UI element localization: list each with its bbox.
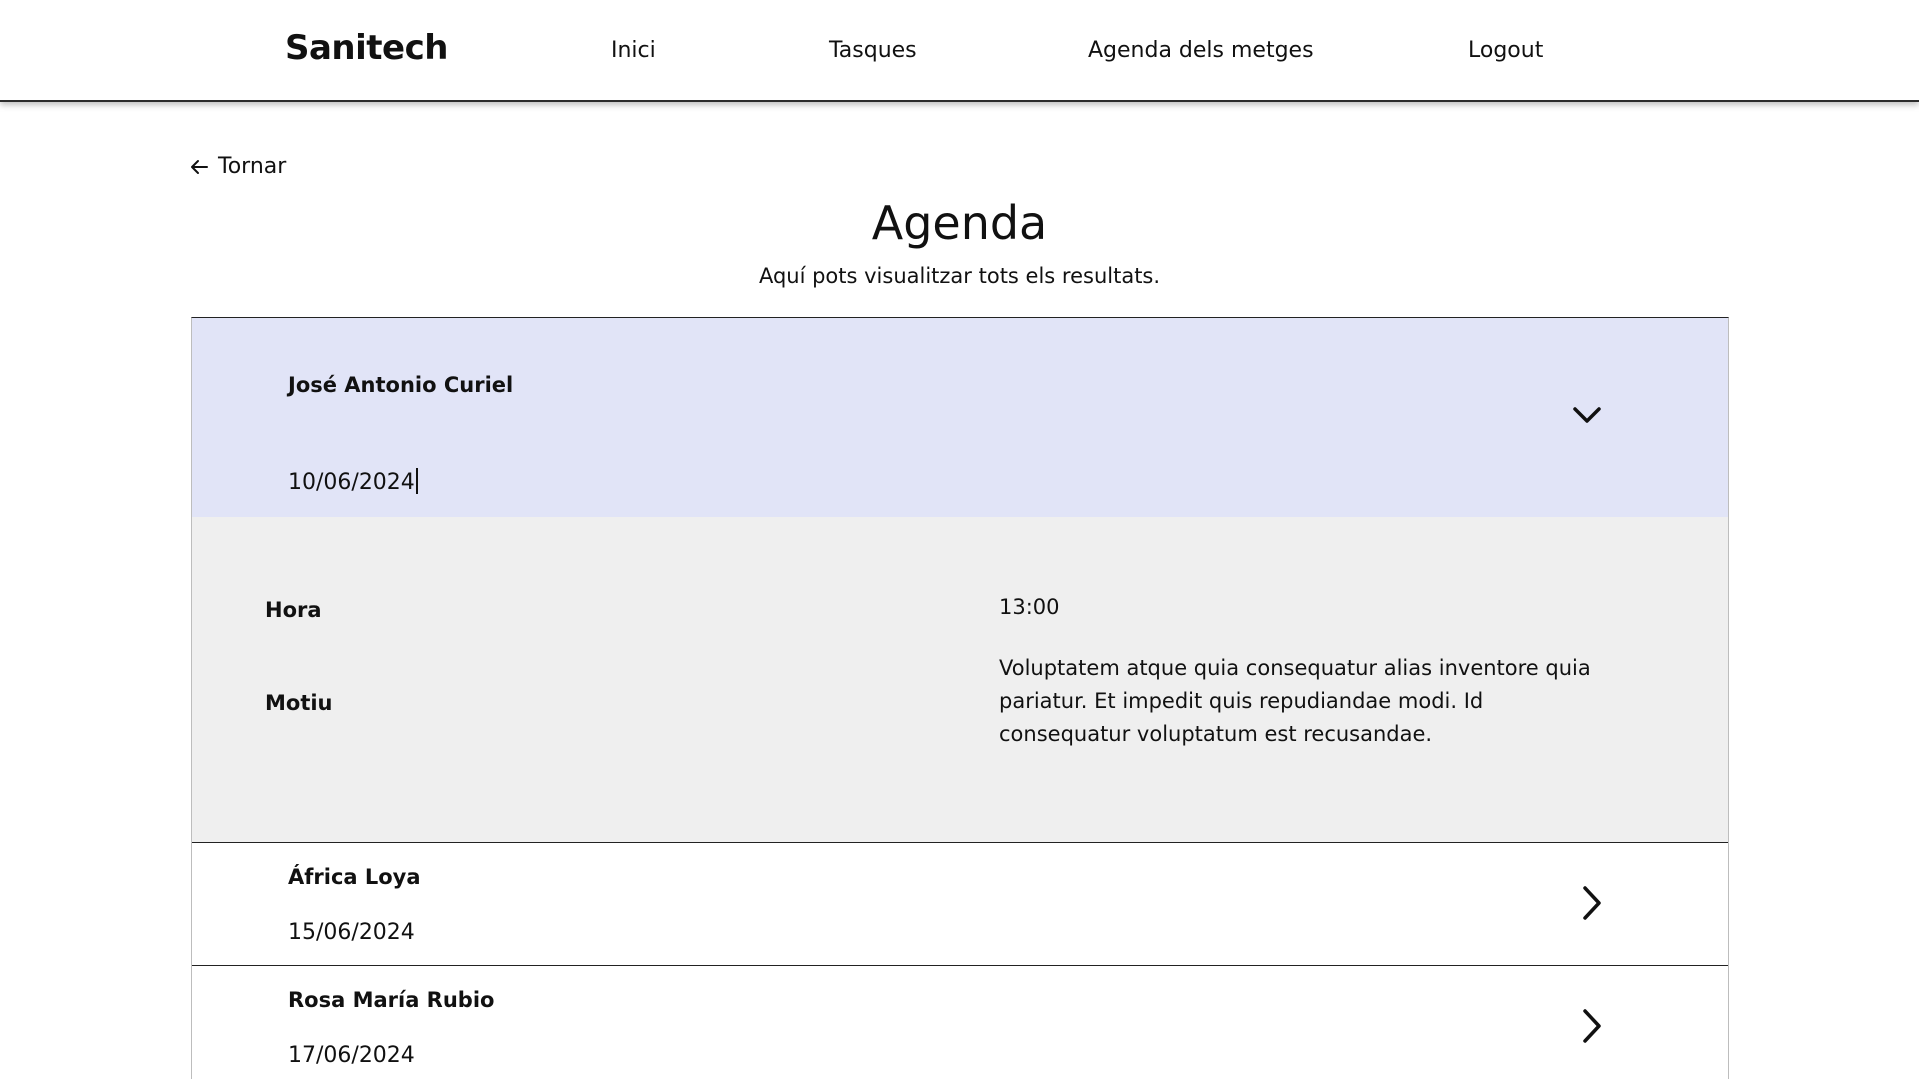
appointment-date: 10/06/2024 [288, 468, 418, 495]
motiu-label: Motiu [265, 691, 333, 715]
brand-logo[interactable]: Sanitech [285, 28, 448, 68]
nav-link-logout[interactable]: Logout [1468, 38, 1543, 63]
text-cursor [415, 468, 418, 494]
appointment-header[interactable]: África Loya 15/06/2024 [192, 842, 1728, 965]
appointment-name: Rosa María Rubio [288, 988, 495, 1012]
arrow-left-icon [190, 159, 208, 175]
chevron-right-icon[interactable] [1581, 1008, 1603, 1048]
chevron-right-icon[interactable] [1581, 885, 1603, 925]
page: Sanitech Inici Tasques Agenda dels metge… [0, 0, 1919, 1079]
back-label: Tornar [218, 154, 287, 179]
navbar: Sanitech Inici Tasques Agenda dels metge… [0, 0, 1919, 102]
hora-label: Hora [265, 598, 322, 622]
appointment-list: José Antonio Curiel 10/06/2024 Hora 13:0… [191, 317, 1729, 1079]
hora-value: 13:00 [999, 595, 1060, 619]
chevron-down-icon[interactable] [1572, 406, 1602, 428]
page-subtitle: Aquí pots visualitzar tots els resultats… [758, 264, 1161, 288]
appointment-name: José Antonio Curiel [288, 373, 514, 397]
appointment-details: Hora 13:00 Motiu Voluptatem atque quia c… [192, 517, 1728, 842]
appointment-header[interactable]: Rosa María Rubio 17/06/2024 [192, 965, 1728, 1079]
appointment-name: África Loya [288, 865, 421, 889]
nav-link-inici[interactable]: Inici [611, 38, 656, 63]
motiu-value: Voluptatem atque quia consequatur alias … [999, 656, 1591, 746]
appointment-date: 17/06/2024 [288, 1043, 415, 1068]
appointment-date: 15/06/2024 [288, 920, 415, 945]
nav-link-tasques[interactable]: Tasques [829, 38, 917, 63]
back-link[interactable]: Tornar [190, 154, 286, 179]
page-title: Agenda [871, 196, 1048, 250]
nav-link-agenda-metges[interactable]: Agenda dels metges [1088, 38, 1314, 63]
appointment-header-expanded[interactable]: José Antonio Curiel 10/06/2024 [192, 318, 1728, 517]
